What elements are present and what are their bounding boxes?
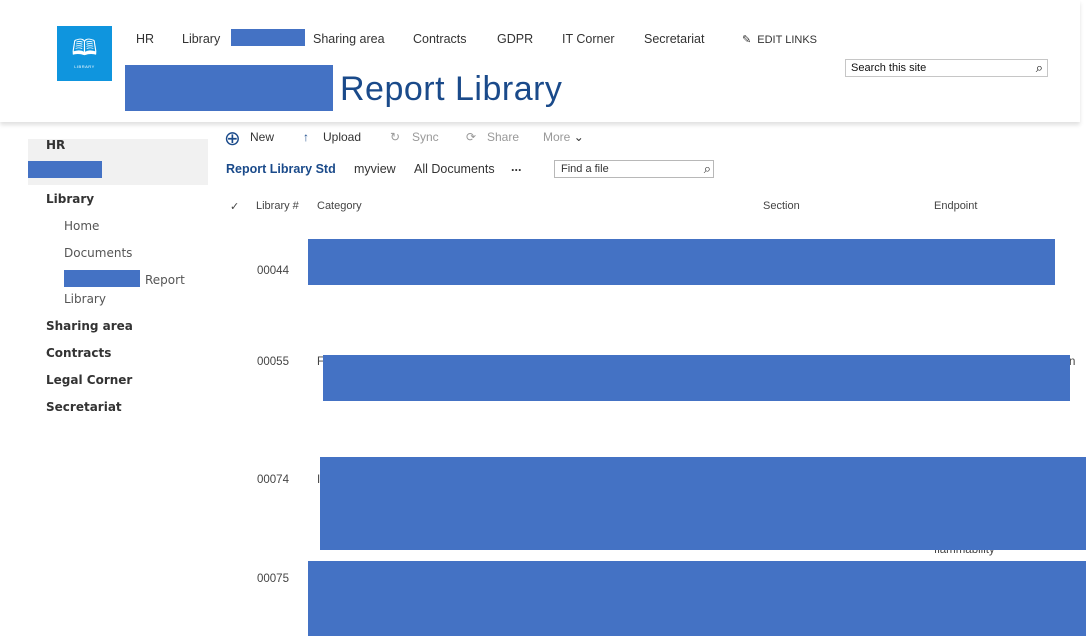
topnav-gdpr[interactable]: GDPR (497, 32, 533, 46)
leftnav-report-library[interactable]: Report (145, 273, 185, 287)
search-icon[interactable]: ⌕ (1036, 60, 1043, 76)
select-all-check-icon[interactable]: ✓ (230, 200, 239, 213)
topnav-secretariat[interactable]: Secretariat (644, 32, 704, 46)
edit-links-label: EDIT LINKS (757, 34, 817, 46)
col-header-library-number[interactable]: Library # (256, 200, 299, 212)
edit-links-button[interactable]: ✎ EDIT LINKS (742, 33, 817, 46)
page-title: Report Library (340, 70, 563, 108)
redacted-title-prefix (125, 65, 333, 111)
row-number[interactable]: 00044 (257, 265, 289, 277)
book-icon: 🕮 (71, 36, 98, 61)
leftnav-hr[interactable]: HR (46, 138, 65, 152)
redacted-row-content (320, 457, 1086, 550)
site-header: 🕮 LIBRARY HR Library Sharing area Contra… (0, 0, 1080, 122)
chevron-down-icon: ⌄ (573, 130, 584, 144)
find-placeholder: Find a file (561, 163, 609, 175)
logo-caption: LIBRARY (74, 64, 95, 69)
share-icon[interactable]: ⟳ (466, 130, 476, 144)
leftnav-contracts[interactable]: Contracts (46, 346, 111, 360)
more-button[interactable]: More ⌄ (543, 130, 584, 144)
leftnav-secretariat[interactable]: Secretariat (46, 400, 122, 414)
leftnav-report-library-cont[interactable]: Library (64, 292, 106, 306)
leftnav-sharing-area[interactable]: Sharing area (46, 319, 133, 333)
upload-button[interactable]: Upload (323, 130, 361, 144)
topnav-hr[interactable]: HR (136, 32, 154, 46)
sync-icon[interactable]: ↻ (390, 130, 400, 144)
view-myview[interactable]: myview (354, 162, 396, 176)
more-label: More (543, 130, 571, 144)
topnav-sharing-area[interactable]: Sharing area (313, 32, 385, 46)
find-file-input[interactable]: Find a file ⌕ (554, 160, 714, 178)
view-all-documents[interactable]: All Documents (414, 162, 495, 176)
upload-arrow-icon[interactable]: ↑ (303, 130, 309, 144)
redacted-row-content (323, 355, 1070, 401)
site-logo[interactable]: 🕮 LIBRARY (57, 26, 112, 81)
search-icon[interactable]: ⌕ (704, 161, 711, 177)
leftnav-documents[interactable]: Documents (64, 246, 132, 260)
leftnav-legal-corner[interactable]: Legal Corner (46, 373, 132, 387)
redacted-row-content (308, 239, 1055, 285)
pencil-icon: ✎ (742, 34, 752, 46)
col-header-endpoint[interactable]: Endpoint (934, 200, 977, 212)
leftnav-home[interactable]: Home (64, 219, 99, 233)
sync-button[interactable]: Sync (412, 130, 439, 144)
topnav-contracts[interactable]: Contracts (413, 32, 467, 46)
col-header-category[interactable]: Category (317, 200, 362, 212)
col-header-section[interactable]: Section (763, 200, 800, 212)
search-placeholder: Search this site (851, 62, 927, 74)
row-number[interactable]: 00075 (257, 573, 289, 585)
redacted-leftnav-item (28, 161, 102, 178)
topnav-library[interactable]: Library (182, 32, 220, 46)
share-button[interactable]: Share (487, 130, 519, 144)
new-plus-icon[interactable]: ⊕ (224, 126, 241, 151)
more-views-ellipsis[interactable]: ... (511, 160, 521, 174)
redacted-row-content (308, 561, 1086, 636)
row-number[interactable]: 00055 (257, 356, 289, 368)
redacted-nav-item (231, 29, 305, 46)
redacted-leftnav-prefix (64, 270, 140, 287)
row-number[interactable]: 00074 (257, 474, 289, 486)
view-report-library-std[interactable]: Report Library Std (226, 162, 336, 176)
leftnav-library[interactable]: Library (46, 192, 94, 206)
site-search-input[interactable]: Search this site ⌕ (845, 59, 1048, 77)
topnav-it-corner[interactable]: IT Corner (562, 32, 615, 46)
new-button[interactable]: New (250, 130, 274, 144)
